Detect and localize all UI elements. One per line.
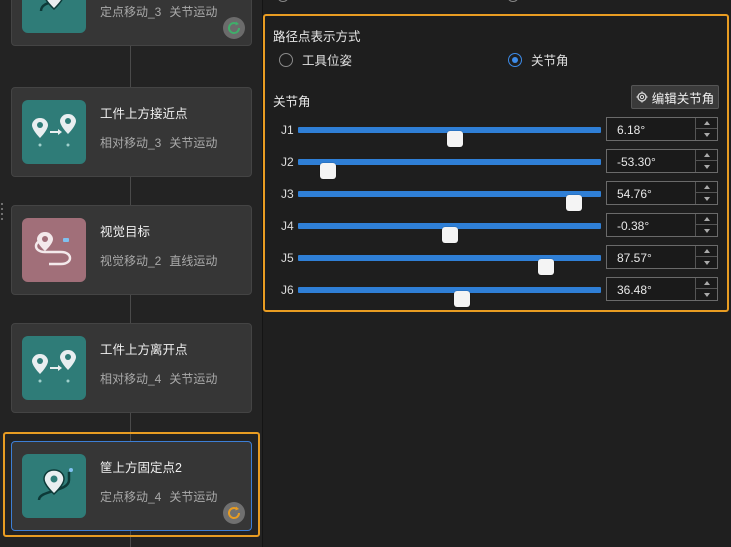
chevron-down-icon[interactable] [696, 129, 717, 140]
joint-row: J3 54.76° [265, 181, 727, 211]
move-type: 相对移动_3 [100, 136, 162, 150]
joint-row: J2 -53.30° [265, 149, 727, 179]
joint-value: 36.48° [617, 283, 652, 297]
panel-splitter-grip[interactable] [0, 200, 4, 224]
joint-value-spinbox[interactable]: -0.38° [606, 213, 718, 237]
chevron-down-icon[interactable] [696, 161, 717, 172]
radio-circle[interactable] [279, 52, 293, 67]
joint-name: J2 [281, 155, 294, 169]
joint-slider-thumb[interactable] [320, 163, 337, 179]
chevron-up-icon[interactable] [696, 278, 717, 289]
flow-card-approach[interactable]: 工件上方接近点 相对移动_3 关节运动 [11, 87, 252, 177]
chevron-down-icon[interactable] [696, 193, 717, 204]
joint-value: -0.38° [617, 219, 650, 233]
card-title: 筐上方固定点2 [100, 461, 182, 475]
flow-panel: 定点移动_3 关节运动 工件上方接近点 相对移动_3 关节运动 视觉目标 视觉移… [0, 0, 262, 547]
chevron-up-icon[interactable] [696, 246, 717, 257]
joint-value-spinbox[interactable]: 87.57° [606, 245, 718, 269]
radio-tool-pose[interactable]: 工具位姿 [279, 50, 352, 69]
joint-name: J1 [281, 123, 294, 137]
joint-slider-thumb[interactable] [446, 131, 463, 147]
joint-slider-track[interactable] [298, 159, 601, 179]
card-title: 工件上方离开点 [100, 343, 188, 357]
card-subtitle: 相对移动_4 关节运动 [100, 370, 217, 387]
card-subtitle: 视觉移动_2 直线运动 [100, 252, 217, 269]
move-type: 视觉移动_2 [100, 254, 162, 268]
radio-joint-angles[interactable]: 关节角 [508, 50, 569, 69]
joint-row: J4 -0.38° [265, 213, 727, 243]
joint-slider-track[interactable] [298, 223, 601, 243]
joint-value: 87.57° [617, 251, 652, 265]
refresh-pending-icon[interactable] [223, 502, 245, 524]
joint-name: J4 [281, 219, 294, 233]
radio-clipped[interactable] [507, 0, 519, 2]
motion-type: 关节运动 [169, 5, 218, 19]
flow-card-depart[interactable]: 工件上方离开点 相对移动_4 关节运动 [11, 323, 252, 413]
motion-type-radios-clipped [263, 0, 731, 4]
chevron-up-icon[interactable] [696, 150, 717, 161]
chevron-up-icon[interactable] [696, 214, 717, 225]
joint-slider-track[interactable] [298, 127, 601, 147]
joint-slider-thumb[interactable] [453, 291, 470, 307]
joint-row: J1 6.18° [265, 117, 727, 147]
chevron-down-icon[interactable] [696, 225, 717, 236]
joint-value: 6.18° [617, 123, 646, 137]
gear-icon [636, 91, 648, 103]
refresh-icon[interactable] [223, 17, 245, 39]
chevron-down-icon[interactable] [696, 289, 717, 300]
joint-slider-thumb[interactable] [537, 259, 554, 275]
joint-row: J5 87.57° [265, 245, 727, 275]
pin-route-icon [22, 454, 86, 518]
radio-label: 关节角 [531, 54, 569, 68]
joint-value: -53.30° [617, 155, 656, 169]
chevron-up-icon[interactable] [696, 118, 717, 129]
radio-clipped[interactable] [277, 0, 289, 2]
joint-slider-track[interactable] [298, 287, 601, 307]
flow-card-bin-fixed-point-2[interactable]: 筐上方固定点2 定点移动_4 关节运动 [11, 441, 252, 531]
vision-move-icon [22, 218, 86, 282]
joint-row: J6 36.48° [265, 277, 727, 307]
joint-slider-track[interactable] [298, 191, 601, 211]
properties-panel: 路径点表示方式 工具位姿 关节角 关节角 编辑关节角 J1 6.18° J2 -… [263, 0, 731, 547]
group-title: 路径点表示方式 [273, 30, 361, 44]
motion-type: 关节运动 [169, 372, 218, 386]
joint-angles-label: 关节角 [273, 95, 311, 109]
edit-joint-angles-button[interactable]: 编辑关节角 [631, 85, 719, 109]
flow-card-vision-target[interactable]: 视觉目标 视觉移动_2 直线运动 [11, 205, 252, 295]
pin-route-icon [22, 0, 86, 33]
joint-slider-track[interactable] [298, 255, 601, 275]
card-subtitle: 定点移动_4 关节运动 [100, 488, 217, 505]
joint-value: 54.76° [617, 187, 652, 201]
motion-type: 直线运动 [169, 254, 218, 268]
joint-slider-thumb[interactable] [565, 195, 582, 211]
move-type: 相对移动_4 [100, 372, 162, 386]
radio-circle-checked[interactable] [508, 52, 522, 67]
flow-card-fixed-move-3[interactable]: 定点移动_3 关节运动 [11, 0, 252, 46]
waypoint-representation-group: 路径点表示方式 工具位姿 关节角 关节角 编辑关节角 J1 6.18° J2 -… [263, 14, 729, 312]
joint-name: J6 [281, 283, 294, 297]
motion-type: 关节运动 [169, 136, 218, 150]
joint-name: J5 [281, 251, 294, 265]
move-type: 定点移动_3 [100, 5, 162, 19]
move-type: 定点移动_4 [100, 490, 162, 504]
card-title: 工件上方接近点 [100, 107, 188, 121]
joint-slider-thumb[interactable] [441, 227, 458, 243]
card-subtitle: 定点移动_3 关节运动 [100, 3, 217, 20]
motion-type: 关节运动 [169, 490, 218, 504]
card-title: 视觉目标 [100, 225, 151, 239]
joint-value-spinbox[interactable]: 6.18° [606, 117, 718, 141]
card-subtitle: 相对移动_3 关节运动 [100, 134, 217, 151]
joint-value-spinbox[interactable]: -53.30° [606, 149, 718, 173]
relative-move-icon [22, 100, 86, 164]
joint-value-spinbox[interactable]: 36.48° [606, 277, 718, 301]
joint-name: J3 [281, 187, 294, 201]
chevron-up-icon[interactable] [696, 182, 717, 193]
edit-button-label: 编辑关节角 [651, 91, 715, 106]
joint-value-spinbox[interactable]: 54.76° [606, 181, 718, 205]
radio-label: 工具位姿 [302, 54, 353, 68]
chevron-down-icon[interactable] [696, 257, 717, 268]
relative-move-icon [22, 336, 86, 400]
